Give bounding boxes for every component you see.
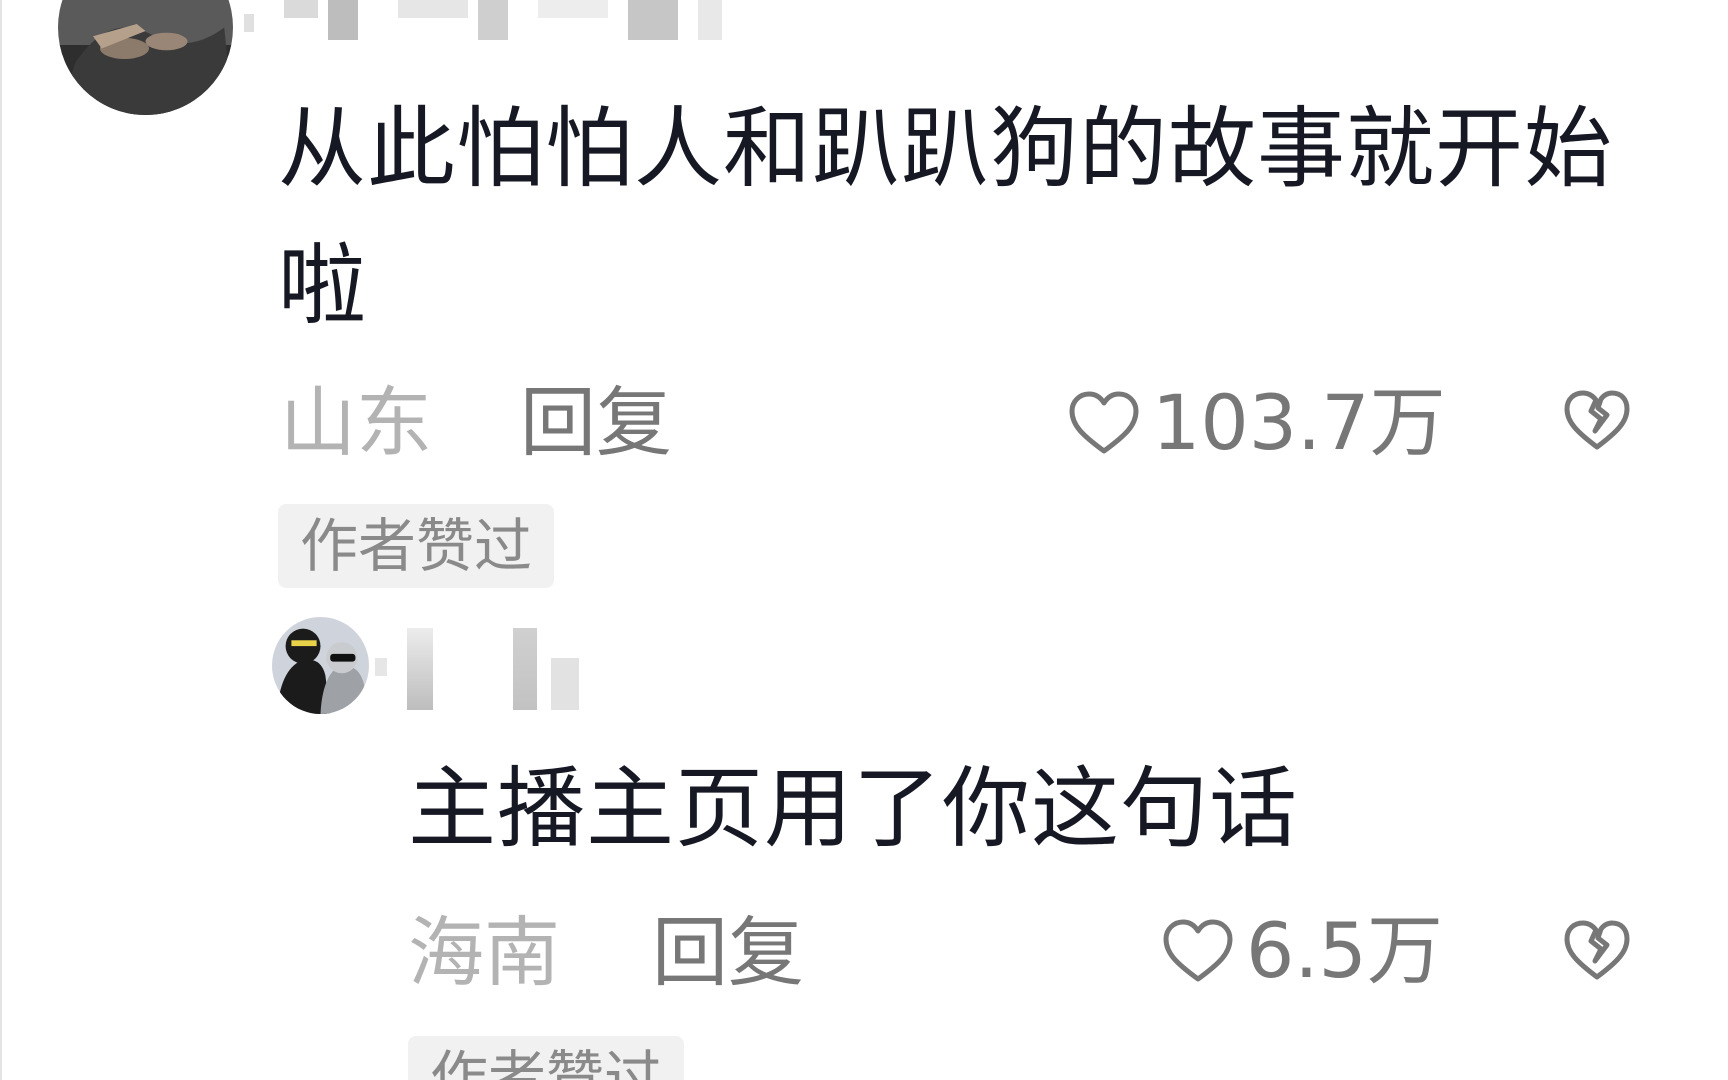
commenter-avatar[interactable] bbox=[58, 0, 233, 115]
commenter-username-blurred[interactable] bbox=[244, 0, 722, 40]
author-liked-badge: 作者赞过 bbox=[278, 504, 555, 588]
comment-text: 从此怕怕人和趴趴狗的故事就开始啦 bbox=[278, 97, 1614, 337]
left-edge-divider bbox=[0, 0, 2, 1080]
reply-button[interactable]: 回复 bbox=[520, 378, 672, 468]
dislike-button[interactable] bbox=[1563, 389, 1631, 451]
broken-heart-icon bbox=[1564, 920, 1630, 980]
like-count: 103.7万 bbox=[1152, 378, 1446, 467]
dislike-button[interactable] bbox=[1563, 919, 1631, 981]
like-count: 6.5万 bbox=[1246, 906, 1443, 995]
comment-location: 山东 bbox=[280, 378, 432, 467]
reply-comment-text: 主播主页用了你这句话 bbox=[408, 757, 1299, 860]
reply-commenter-avatar[interactable] bbox=[272, 617, 369, 714]
reply-commenter-username-blurred[interactable] bbox=[375, 628, 579, 710]
reply-button[interactable]: 回复 bbox=[652, 908, 804, 998]
like-button[interactable]: 6.5万 bbox=[1162, 906, 1443, 996]
avatar-photo bbox=[58, 0, 233, 115]
reply-comment-location: 海南 bbox=[408, 908, 560, 997]
heart-outline-icon bbox=[1163, 919, 1233, 982]
heart-outline-icon bbox=[1069, 391, 1139, 454]
avatar-photo bbox=[272, 617, 369, 714]
broken-heart-icon bbox=[1564, 390, 1630, 450]
like-button[interactable]: 103.7万 bbox=[1068, 378, 1446, 468]
author-liked-badge: 作者赞过 bbox=[408, 1036, 685, 1080]
